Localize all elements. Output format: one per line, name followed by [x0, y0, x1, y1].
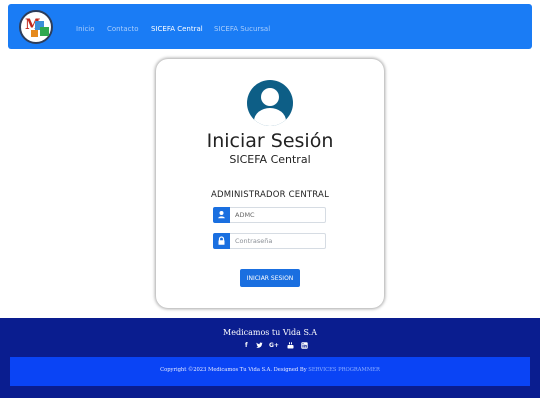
- login-submit-button[interactable]: INICIAR SESION: [240, 269, 300, 287]
- footer-company-name: Medicamos tu Vida S.A: [223, 328, 317, 337]
- facebook-icon[interactable]: f: [245, 342, 248, 349]
- footer: Medicamos tu Vida S.A f G+ Copyright ©20…: [0, 318, 540, 398]
- linkedin-icon[interactable]: [301, 342, 308, 351]
- login-title: Iniciar Sesión: [206, 130, 334, 152]
- section-heading: ADMINISTRADOR CENTRAL: [210, 190, 330, 200]
- designer-link[interactable]: SERVICES PROGRAMMER: [308, 367, 380, 373]
- login-subtitle: SICEFA Central: [229, 153, 311, 166]
- google-plus-icon[interactable]: G+: [269, 342, 279, 349]
- lock-icon: [213, 233, 230, 249]
- nav-link-sicefa-central[interactable]: SICEFA Central: [151, 25, 203, 33]
- nav-link-contacto[interactable]: Contacto: [107, 25, 139, 33]
- logo[interactable]: M: [19, 10, 53, 44]
- social-links: f G+: [242, 342, 312, 351]
- copyright-text: Copyright ©2023 Medicamos Tu Vida S.A. D…: [160, 367, 380, 373]
- password-input[interactable]: [230, 233, 326, 249]
- login-card: Iniciar Sesión SICEFA Central ADMINISTRA…: [156, 59, 384, 308]
- username-input[interactable]: [230, 207, 326, 223]
- youtube-icon[interactable]: [287, 342, 294, 351]
- top-navbar: M Inicio Contacto SICEFA Central SICEFA …: [8, 4, 532, 49]
- user-circle-icon: [247, 80, 293, 126]
- nav-link-sicefa-sucursal[interactable]: SICEFA Sucursal: [214, 25, 270, 33]
- copyright-bar: Copyright ©2023 Medicamos Tu Vida S.A. D…: [10, 357, 530, 386]
- twitter-icon[interactable]: [256, 342, 263, 351]
- nav-link-inicio[interactable]: Inicio: [76, 25, 95, 33]
- username-group: [213, 207, 326, 223]
- user-icon: [213, 207, 230, 223]
- password-group: [213, 233, 326, 249]
